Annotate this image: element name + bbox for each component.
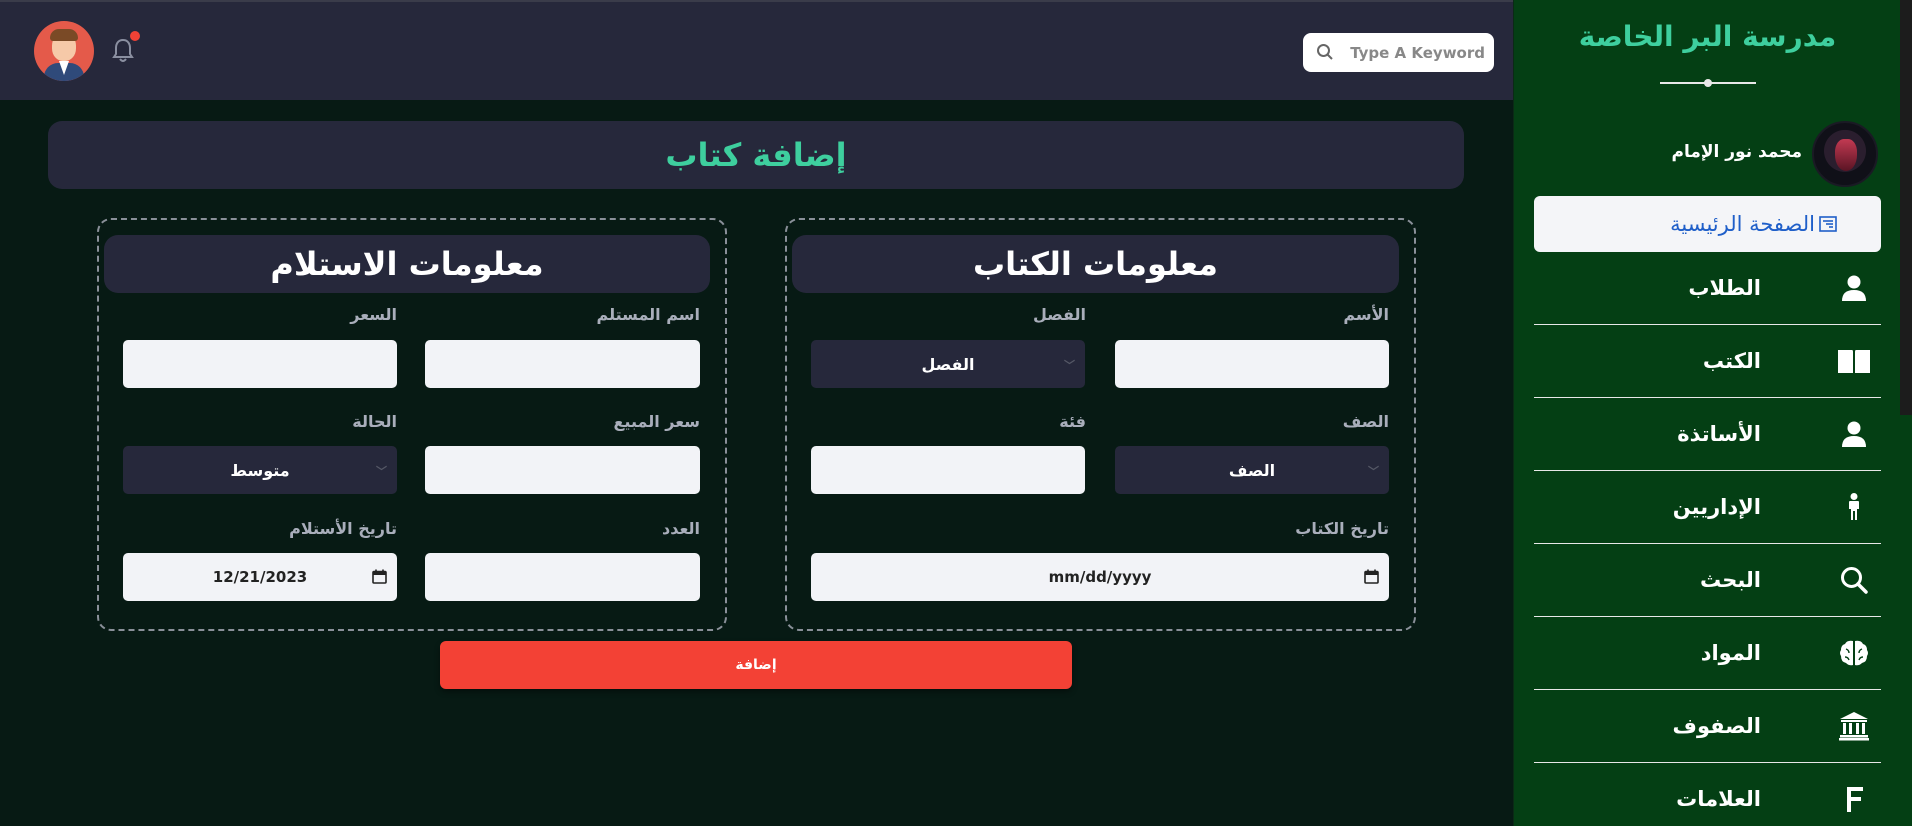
receipt-info-title: معلومات الاستلام (270, 245, 544, 283)
sidebar-item-teachers[interactable]: الأساتذة (1534, 398, 1881, 471)
receipt-date-value: 12/21/2023 (212, 568, 308, 586)
user-avatar[interactable] (34, 21, 94, 81)
semester-selected: الفصل (921, 354, 975, 374)
sidebar-item-label: الأساتذة (1677, 422, 1761, 446)
receipt-info-section: معلومات الاستلام اسم المستلم السعر سعر ا… (97, 218, 727, 631)
book-date-value: mm/dd/yyyy (1048, 568, 1152, 586)
profile-name: محمد نور الإمام (1671, 142, 1802, 162)
notification-badge (130, 31, 140, 41)
page-title-bar: إضافة كتاب (48, 121, 1464, 189)
category-input[interactable] (811, 446, 1085, 494)
book-info-header: معلومات الكتاب (792, 235, 1399, 293)
sidebar-item-search[interactable]: البحث (1534, 544, 1881, 617)
sidebar-item-grades[interactable]: العلامات (1534, 763, 1881, 826)
profile-avatar[interactable] (1812, 121, 1878, 187)
sidebar-item-label: الصفوف (1672, 714, 1761, 738)
semester-label: الفصل (1032, 305, 1086, 324)
grade-label: الصف (1342, 412, 1389, 431)
recipient-label: اسم المستلم (596, 305, 700, 324)
sidebar-item-home[interactable]: الصفحة الرئيسية (1534, 196, 1881, 252)
letter-f-icon (1835, 780, 1873, 818)
name-label: الأسم (1343, 305, 1389, 324)
dashboard-icon (1817, 205, 1839, 243)
calendar-icon[interactable] (372, 569, 387, 584)
grade-select[interactable]: الصف ﹀ (1115, 446, 1389, 494)
search-input[interactable] (1343, 33, 1491, 72)
chevron-down-icon: ﹀ (376, 465, 387, 478)
condition-label: الحالة (352, 412, 397, 431)
sidebar-item-students[interactable]: الطلاب (1534, 252, 1881, 325)
calendar-icon[interactable] (1364, 569, 1379, 584)
category-label: فئة (1059, 412, 1086, 431)
avatar-hair (50, 29, 78, 41)
count-input[interactable] (425, 553, 700, 601)
add-book-button[interactable]: إضافة (440, 641, 1072, 689)
sidebar-item-label: الصفحة الرئيسية (1670, 212, 1815, 236)
search-box[interactable] (1303, 33, 1494, 72)
brain-icon (1835, 634, 1873, 672)
receipt-info-header: معلومات الاستلام (104, 235, 710, 293)
condition-select[interactable]: متوسط ﹀ (123, 446, 397, 494)
sidebar-item-classes[interactable]: الصفوف (1534, 690, 1881, 763)
sale-price-label: سعر المبيع (613, 412, 701, 431)
grade-selected: الصف (1228, 460, 1276, 480)
search-icon (1835, 561, 1873, 599)
semester-select[interactable]: الفصل ﹀ (811, 340, 1085, 388)
book-date-label: تاريخ الكتاب (1295, 519, 1389, 538)
sidebar-item-label: العلامات (1676, 787, 1761, 811)
sidebar-item-label: المواد (1700, 641, 1761, 665)
bell-icon[interactable] (112, 38, 134, 64)
chevron-down-icon: ﹀ (1064, 359, 1075, 372)
price-label: السعر (350, 305, 397, 324)
avatar-mask (1835, 139, 1857, 171)
chevron-down-icon: ﹀ (1368, 465, 1379, 478)
page-title: إضافة كتاب (665, 136, 847, 174)
book-icon (1835, 342, 1873, 380)
sale-price-input[interactable] (425, 446, 700, 494)
sidebar-item-label: الطلاب (1688, 276, 1761, 300)
sidebar-item-label: البحث (1699, 568, 1761, 592)
recipient-input[interactable] (425, 340, 700, 388)
sidebar-item-label: الإداريين (1672, 495, 1761, 519)
sidebar-scrollbar[interactable] (1900, 0, 1912, 415)
sidebar-item-label: الكتب (1702, 349, 1761, 373)
user-icon (1835, 415, 1873, 453)
condition-selected: متوسط (230, 460, 290, 480)
sidebar-item-books[interactable]: الكتب (1534, 325, 1881, 398)
user-icon (1835, 269, 1873, 307)
sidebar-nav: الصفحة الرئيسية الطلاب الكتب الأساتذة ال… (1534, 196, 1881, 826)
building-columns-icon (1835, 707, 1873, 745)
book-date-input[interactable]: mm/dd/yyyy (811, 553, 1389, 601)
school-name: مدرسة البر الخاصة (1578, 20, 1837, 53)
sidebar-item-admins[interactable]: الإداريين (1534, 471, 1881, 544)
book-info-title: معلومات الكتاب (973, 245, 1218, 283)
sidebar-item-subjects[interactable]: المواد (1534, 617, 1881, 690)
price-input[interactable] (123, 340, 397, 388)
receipt-date-input[interactable]: 12/21/2023 (123, 553, 397, 601)
search-icon (1317, 44, 1333, 60)
sidebar: مدرسة البر الخاصة محمد نور الإمام الصفحة… (1513, 0, 1912, 826)
top-header (0, 0, 1912, 100)
receipt-date-label: تاريخ الأستلام (289, 519, 397, 538)
name-input[interactable] (1115, 340, 1389, 388)
person-standing-icon (1835, 488, 1873, 526)
book-info-section: معلومات الكتاب الأسم الفصل الفصل ﹀ الصف … (785, 218, 1416, 631)
count-label: العدد (662, 519, 700, 538)
title-divider-dot (1704, 79, 1712, 87)
